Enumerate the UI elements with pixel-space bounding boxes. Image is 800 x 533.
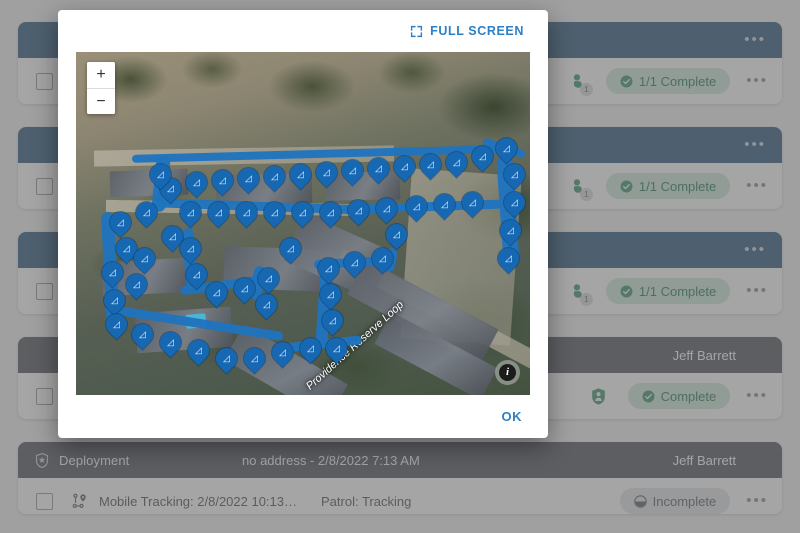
footsteps-icon: ◿ [479,151,486,162]
footsteps-icon: ◿ [167,183,174,194]
footsteps-icon: ◿ [511,197,518,208]
footsteps-icon: ◿ [263,299,270,310]
footsteps-icon: ◿ [157,169,164,180]
footsteps-icon: ◿ [113,319,120,330]
footsteps-icon: ◿ [223,353,230,364]
footsteps-icon: ◿ [109,267,116,278]
footsteps-icon: ◿ [325,263,332,274]
footsteps-icon: ◿ [117,217,124,228]
footsteps-icon: ◿ [143,207,150,218]
footsteps-icon: ◿ [139,329,146,340]
footsteps-icon: ◿ [375,163,382,174]
footsteps-icon: ◿ [133,279,140,290]
footsteps-icon: ◿ [219,175,226,186]
footsteps-icon: ◿ [329,315,336,326]
full-screen-label: FULL SCREEN [430,24,524,38]
footsteps-icon: ◿ [193,177,200,188]
footsteps-icon: ◿ [383,203,390,214]
footsteps-icon: ◿ [453,157,460,168]
footsteps-icon: ◿ [507,225,514,236]
footsteps-icon: ◿ [469,197,476,208]
map-canvas[interactable]: Providence Reserve Loop ◿ ◿ ◿ ◿ ◿ ◿ ◿ ◿ … [76,52,530,395]
footsteps-icon: ◿ [351,257,358,268]
footsteps-icon: ◿ [349,165,356,176]
footsteps-icon: ◿ [195,345,202,356]
footsteps-icon: ◿ [169,231,176,242]
footsteps-icon: ◿ [167,337,174,348]
zoom-in-button[interactable]: + [87,62,115,88]
footsteps-icon: ◿ [297,169,304,180]
footsteps-icon: ◿ [379,253,386,264]
footsteps-icon: ◿ [505,253,512,264]
footsteps-icon: ◿ [327,207,334,218]
footsteps-icon: ◿ [193,269,200,280]
modal-footer: OK [58,395,548,438]
footsteps-icon: ◿ [245,173,252,184]
modal-toolbar: FULL SCREEN [58,10,548,52]
footsteps-icon: ◿ [441,199,448,210]
screen: ••• 1 1/1 Complete ••• [0,0,800,533]
footsteps-icon: ◿ [187,207,194,218]
footsteps-icon: ◿ [323,167,330,178]
footsteps-icon: ◿ [111,295,118,306]
map-modal: FULL SCREEN Providence Reserve Loop ◿ ◿ … [58,10,548,438]
footsteps-icon: ◿ [187,243,194,254]
footsteps-icon: ◿ [243,207,250,218]
footsteps-icon: ◿ [215,207,222,218]
footsteps-icon: ◿ [333,343,340,354]
footsteps-icon: ◿ [241,283,248,294]
footsteps-icon: ◿ [401,161,408,172]
footsteps-icon: ◿ [299,207,306,218]
footsteps-icon: ◿ [511,169,518,180]
footsteps-icon: ◿ [427,159,434,170]
footsteps-icon: ◿ [307,343,314,354]
footsteps-icon: ◿ [327,289,334,300]
zoom-out-button[interactable]: − [87,88,115,114]
map-building [325,171,401,201]
footsteps-icon: ◿ [271,171,278,182]
footsteps-icon: ◿ [123,243,130,254]
map-info-button[interactable]: i [499,364,516,381]
full-screen-button[interactable]: FULL SCREEN [404,23,530,39]
footsteps-icon: ◿ [393,229,400,240]
footsteps-icon: ◿ [213,287,220,298]
footsteps-icon: ◿ [413,201,420,212]
footsteps-icon: ◿ [287,243,294,254]
footsteps-icon: ◿ [141,253,148,264]
fullscreen-icon [410,25,423,38]
footsteps-icon: ◿ [503,143,510,154]
map-zoom-control: + − [87,62,115,114]
footsteps-icon: ◿ [279,347,286,358]
ok-button[interactable]: OK [496,408,529,425]
footsteps-icon: ◿ [271,207,278,218]
footsteps-icon: ◿ [355,205,362,216]
footsteps-icon: ◿ [251,353,258,364]
footsteps-icon: ◿ [265,273,272,284]
